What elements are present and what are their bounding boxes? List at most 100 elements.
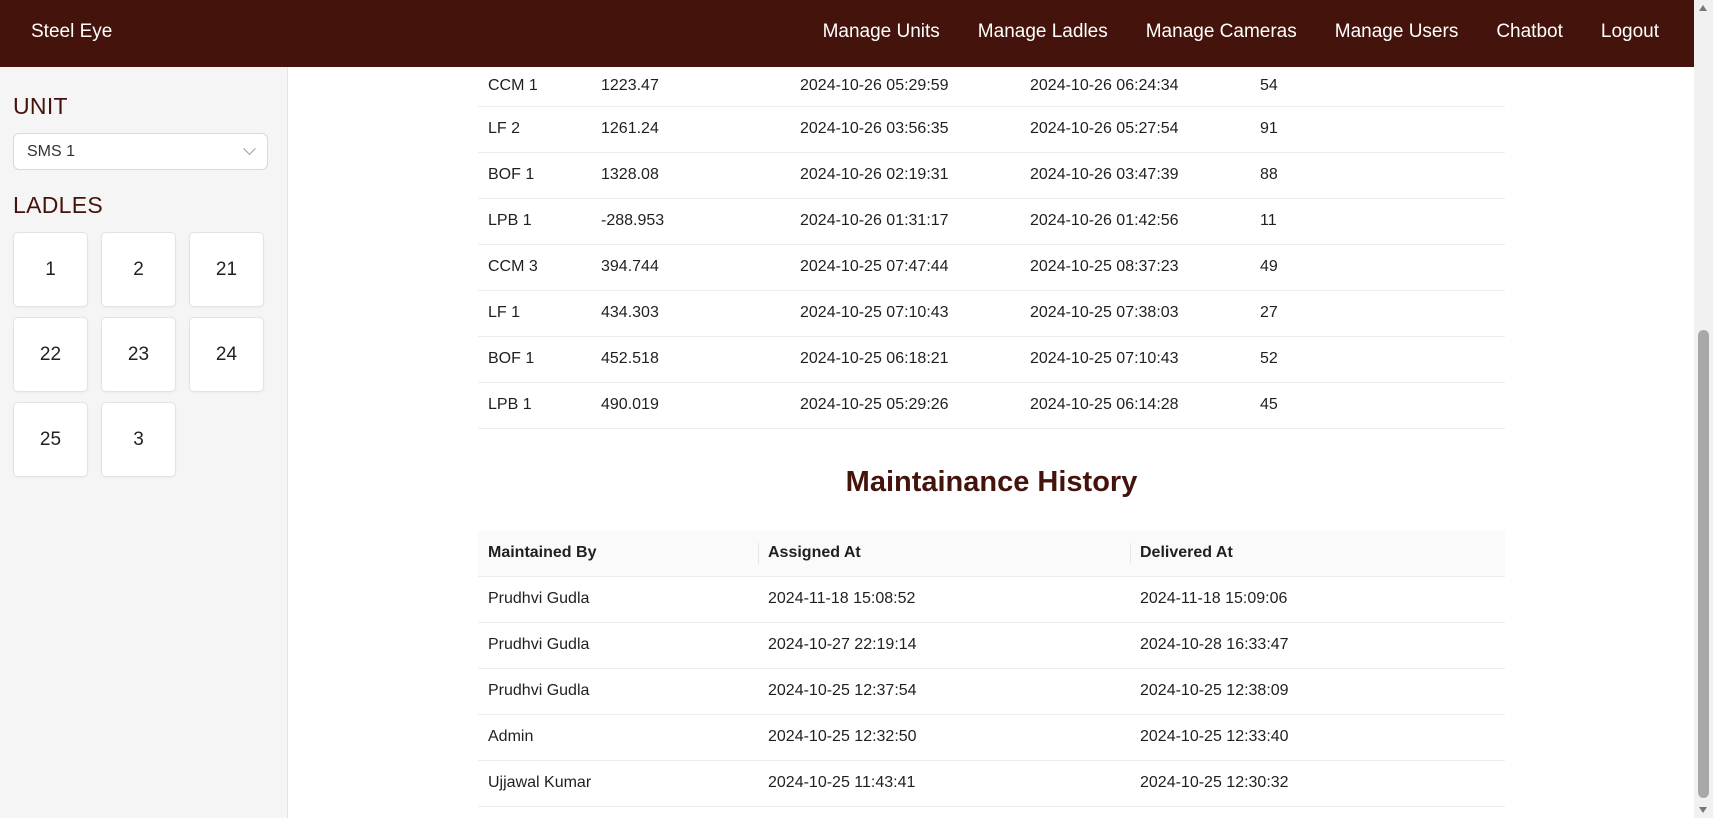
column-header-maintained-by[interactable]: Maintained By: [478, 531, 758, 577]
nav-manage-units[interactable]: Manage Units: [823, 21, 940, 43]
station-cell: BOF 1: [478, 152, 591, 199]
table-row: CCM 3 394.744 2024-10-25 07:47:44 2024-1…: [478, 244, 1505, 291]
value-cell: 490.019: [591, 382, 790, 429]
table-row: Prudhvi Gudla 2024-11-18 15:08:52 2024-1…: [478, 576, 1505, 623]
end-time-cell: 2024-10-26 05:27:54: [1020, 106, 1250, 153]
table-row: LPB 1 -288.953 2024-10-26 01:31:17 2024-…: [478, 198, 1505, 245]
ladle-card[interactable]: 23: [101, 317, 176, 392]
unit-select[interactable]: SMS 1: [13, 133, 268, 170]
ladle-card[interactable]: 24: [189, 317, 264, 392]
end-time-cell: 2024-10-26 01:42:56: [1020, 198, 1250, 245]
value-cell: 1223.47: [591, 67, 790, 107]
duration-cell: 54: [1250, 67, 1505, 107]
start-time-cell: 2024-10-25 07:47:44: [790, 244, 1020, 291]
assigned-at-cell: 2024-10-25 12:37:54: [758, 668, 1130, 715]
table-header: Maintained By Assigned At Delivered At: [478, 531, 1505, 577]
assigned-at-cell: 2024-10-25 12:32:50: [758, 714, 1130, 761]
duration-cell: 27: [1250, 290, 1505, 337]
duration-cell: 45: [1250, 382, 1505, 429]
unit-heading: UNIT: [13, 93, 68, 119]
station-cell: BOF 1: [478, 336, 591, 383]
maintained-by-cell: Prudhvi Gudla: [478, 576, 758, 623]
delivered-at-cell: 2024-10-28 16:33:47: [1130, 622, 1505, 669]
start-time-cell: 2024-10-25 06:18:21: [790, 336, 1020, 383]
maintained-by-cell: Prudhvi Gudla: [478, 668, 758, 715]
scroll-up-arrow-icon[interactable]: [1699, 5, 1707, 11]
duration-cell: 11: [1250, 198, 1505, 245]
value-cell: -288.953: [591, 198, 790, 245]
delivered-at-cell: 2024-10-25 12:38:09: [1130, 668, 1505, 715]
scroll-down-arrow-icon[interactable]: [1699, 807, 1707, 813]
unit-select-value: SMS 1: [27, 142, 76, 160]
trip-history-table: CCM 1 1223.47 2024-10-26 05:29:59 2024-1…: [478, 67, 1505, 429]
ladle-card[interactable]: 25: [13, 402, 88, 477]
end-time-cell: 2024-10-25 07:38:03: [1020, 290, 1250, 337]
assigned-at-cell: 2024-10-25 11:43:41: [758, 760, 1130, 807]
column-header-delivered-at[interactable]: Delivered At: [1130, 531, 1505, 577]
ladle-card[interactable]: 1: [13, 232, 88, 307]
start-time-cell: 2024-10-26 01:31:17: [790, 198, 1020, 245]
vertical-scrollbar[interactable]: [1694, 0, 1713, 818]
station-cell: LPB 1: [478, 198, 591, 245]
assigned-at-cell: 2024-11-18 15:08:52: [758, 576, 1130, 623]
delivered-at-cell: 2024-10-25 12:30:32: [1130, 760, 1505, 807]
duration-cell: 88: [1250, 152, 1505, 199]
start-time-cell: 2024-10-26 03:56:35: [790, 106, 1020, 153]
chevron-down-icon: [243, 142, 256, 156]
nav-logout[interactable]: Logout: [1601, 21, 1659, 43]
nav-manage-users[interactable]: Manage Users: [1335, 21, 1459, 43]
ladle-card[interactable]: 22: [13, 317, 88, 392]
ladle-grid: 1 2 21 22 23 24 25 3: [13, 232, 264, 477]
table-row: LPB 1 490.019 2024-10-25 05:29:26 2024-1…: [478, 382, 1505, 429]
table-row: Ujjawal Kumar 2024-10-25 11:43:41 2024-1…: [478, 760, 1505, 807]
station-cell: LF 1: [478, 290, 591, 337]
assigned-at-cell: 2024-10-27 22:19:14: [758, 622, 1130, 669]
station-cell: CCM 1: [478, 67, 591, 107]
table-row: Admin 2024-10-25 12:32:50 2024-10-25 12:…: [478, 714, 1505, 761]
delivered-at-cell: 2024-10-25 12:33:40: [1130, 714, 1505, 761]
ladle-card[interactable]: 3: [101, 402, 176, 477]
scrollbar-thumb[interactable]: [1698, 330, 1709, 798]
station-cell: LPB 1: [478, 382, 591, 429]
ladle-card[interactable]: 2: [101, 232, 176, 307]
main-content: CCM 1 1223.47 2024-10-26 05:29:59 2024-1…: [289, 67, 1694, 818]
start-time-cell: 2024-10-26 02:19:31: [790, 152, 1020, 199]
station-cell: CCM 3: [478, 244, 591, 291]
start-time-cell: 2024-10-26 05:29:59: [790, 67, 1020, 107]
brand-logo-text[interactable]: Steel Eye: [31, 21, 112, 43]
ladle-card[interactable]: 21: [189, 232, 264, 307]
sidebar: UNIT SMS 1 LADLES 1 2 21 22 23 24 25 3: [0, 67, 288, 818]
header-row: Maintained By Assigned At Delivered At: [478, 531, 1505, 577]
delivered-at-cell: 2024-11-18 15:09:06: [1130, 576, 1505, 623]
end-time-cell: 2024-10-25 08:37:23: [1020, 244, 1250, 291]
duration-cell: 49: [1250, 244, 1505, 291]
table-row: Prudhvi Gudla 2024-10-27 22:19:14 2024-1…: [478, 622, 1505, 669]
maintenance-history-table: Maintained By Assigned At Delivered At P…: [478, 531, 1505, 807]
ladles-heading: LADLES: [13, 192, 104, 218]
end-time-cell: 2024-10-26 06:24:34: [1020, 67, 1250, 107]
end-time-cell: 2024-10-26 03:47:39: [1020, 152, 1250, 199]
table-row: BOF 1 1328.08 2024-10-26 02:19:31 2024-1…: [478, 152, 1505, 199]
maintained-by-cell: Ujjawal Kumar: [478, 760, 758, 807]
table-row: Prudhvi Gudla 2024-10-25 12:37:54 2024-1…: [478, 668, 1505, 715]
trip-rows: CCM 1 1223.47 2024-10-26 05:29:59 2024-1…: [478, 67, 1505, 429]
table-row: CCM 1 1223.47 2024-10-26 05:29:59 2024-1…: [478, 67, 1505, 107]
table-row: LF 1 434.303 2024-10-25 07:10:43 2024-10…: [478, 290, 1505, 337]
value-cell: 452.518: [591, 336, 790, 383]
top-navbar: Steel Eye Manage Units Manage Ladles Man…: [0, 0, 1694, 67]
maintenance-rows: Prudhvi Gudla 2024-11-18 15:08:52 2024-1…: [478, 576, 1505, 807]
maintenance-history-title: Maintainance History: [845, 466, 1138, 498]
start-time-cell: 2024-10-25 07:10:43: [790, 290, 1020, 337]
duration-cell: 91: [1250, 106, 1505, 153]
station-cell: LF 2: [478, 106, 591, 153]
nav-manage-cameras[interactable]: Manage Cameras: [1146, 21, 1297, 43]
nav-chatbot[interactable]: Chatbot: [1496, 21, 1563, 43]
table-row: LF 2 1261.24 2024-10-26 03:56:35 2024-10…: [478, 106, 1505, 153]
end-time-cell: 2024-10-25 06:14:28: [1020, 382, 1250, 429]
column-header-assigned-at[interactable]: Assigned At: [758, 531, 1130, 577]
value-cell: 1261.24: [591, 106, 790, 153]
maintained-by-cell: Prudhvi Gudla: [478, 622, 758, 669]
maintained-by-cell: Admin: [478, 714, 758, 761]
end-time-cell: 2024-10-25 07:10:43: [1020, 336, 1250, 383]
nav-manage-ladles[interactable]: Manage Ladles: [978, 21, 1108, 43]
